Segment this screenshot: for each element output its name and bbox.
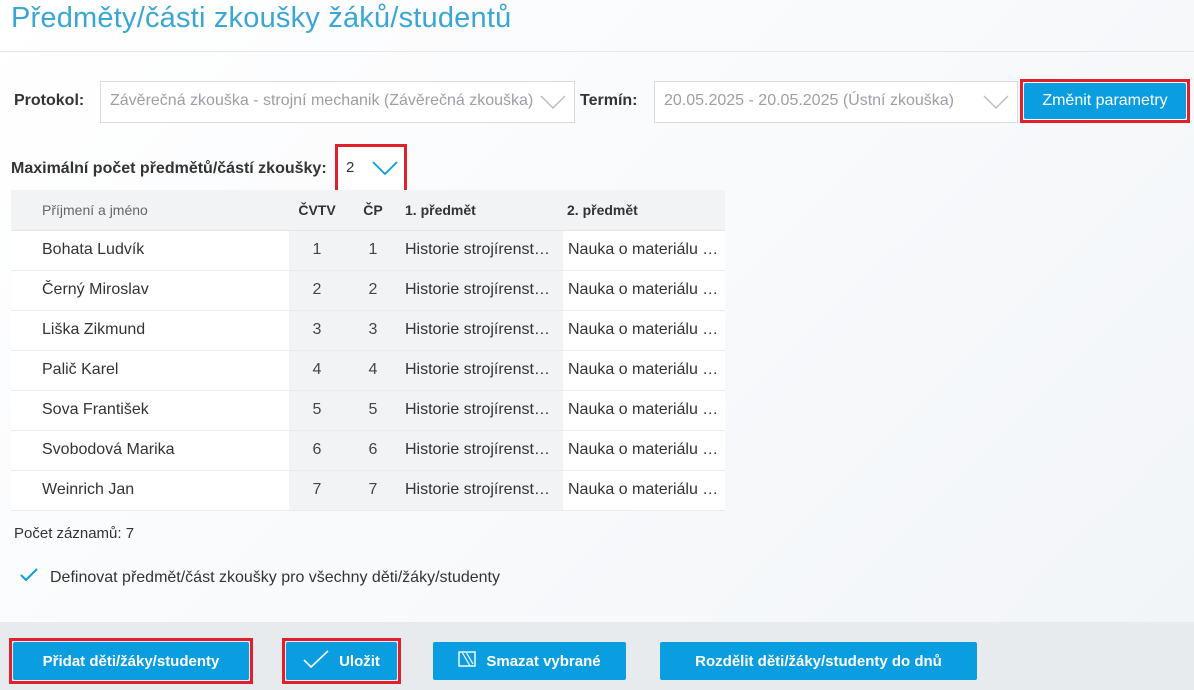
- split-days-label: Rozdělit děti/žáky/studenty do dnů: [695, 652, 942, 670]
- term-select[interactable]: 20.05.2025 - 20.05.2025 (Ústní zkouška): [654, 81, 1018, 123]
- student-name: Černý Miroslav: [11, 270, 289, 311]
- column-header-subject2[interactable]: 2. předmět: [563, 190, 725, 231]
- subject1-cell[interactable]: Historie strojírenst…: [401, 470, 563, 511]
- check-icon: [303, 650, 329, 672]
- cvtv-cell: 2: [289, 270, 345, 311]
- subject2-cell[interactable]: Nauka o materiálu …: [563, 350, 725, 391]
- table-row[interactable]: Sova František 5 5 Historie strojírenst……: [11, 390, 725, 431]
- cvtv-cell: 1: [289, 230, 345, 271]
- add-students-label: Přidat děti/žáky/studenty: [42, 652, 220, 670]
- title-divider: [0, 51, 1194, 52]
- term-label: Termín:: [580, 92, 638, 109]
- cvtv-cell: 4: [289, 350, 345, 391]
- column-header-cp[interactable]: ČP: [345, 190, 401, 231]
- subject2-cell[interactable]: Nauka o materiálu …: [563, 390, 725, 431]
- cvtv-cell: 6: [289, 430, 345, 471]
- save-label: Uložit: [339, 652, 380, 670]
- protocol-select[interactable]: Závěrečná zkouška - strojní mechanik (Zá…: [100, 81, 575, 123]
- split-days-button[interactable]: Rozdělit děti/žáky/studenty do dnů: [660, 642, 977, 680]
- save-button[interactable]: Uložit: [286, 642, 397, 680]
- cvtv-cell: 5: [289, 390, 345, 431]
- define-all-checkbox[interactable]: Definovat předmět/část zkoušky pro všech…: [20, 568, 500, 587]
- cvtv-cell: 3: [289, 310, 345, 351]
- student-name: Weinrich Jan: [11, 470, 289, 511]
- define-all-label: Definovat předmět/část zkoušky pro všech…: [50, 568, 500, 586]
- table-row[interactable]: Černý Miroslav 2 2 Historie strojírenst……: [11, 270, 725, 311]
- eraser-icon: [458, 650, 477, 672]
- student-name: Liška Zikmund: [11, 310, 289, 351]
- checkmark-icon: [20, 568, 38, 587]
- cp-cell: 7: [345, 470, 401, 511]
- subject1-cell[interactable]: Historie strojírenst…: [401, 350, 563, 391]
- term-value: 20.05.2025 - 20.05.2025 (Ústní zkouška): [664, 92, 954, 109]
- max-subjects-value: 2: [346, 159, 355, 176]
- subject1-cell[interactable]: Historie strojírenst…: [401, 230, 563, 271]
- cp-cell: 4: [345, 350, 401, 391]
- protocol-value: Závěrečná zkouška - strojní mechanik (Zá…: [110, 92, 534, 109]
- table-header-row: Příjmení a jméno ČVTV ČP 1. předmět 2. p…: [11, 190, 725, 231]
- subject1-cell[interactable]: Historie strojírenst…: [401, 310, 563, 351]
- delete-selected-label: Smazat vybrané: [486, 652, 601, 670]
- table-row[interactable]: Liška Zikmund 3 3 Historie strojírenst… …: [11, 310, 725, 351]
- change-parameters-button[interactable]: Změnit parametry: [1024, 83, 1186, 119]
- add-students-button[interactable]: Přidat děti/žáky/studenty: [13, 642, 249, 680]
- column-header-cvtv[interactable]: ČVTV: [289, 190, 345, 231]
- table-row[interactable]: Bohata Ludvík 1 1 Historie strojírenst… …: [11, 230, 725, 271]
- subject2-cell[interactable]: Nauka o materiálu …: [563, 310, 725, 351]
- subject1-cell[interactable]: Historie strojírenst…: [401, 390, 563, 431]
- cp-cell: 2: [345, 270, 401, 311]
- cp-cell: 3: [345, 310, 401, 351]
- chevron-down-icon: [372, 160, 398, 176]
- cp-cell: 1: [345, 230, 401, 271]
- cp-cell: 6: [345, 430, 401, 471]
- column-header-subject1[interactable]: 1. předmět: [401, 190, 563, 231]
- max-subjects-select[interactable]: 2: [337, 145, 405, 191]
- table-row[interactable]: Palič Karel 4 4 Historie strojírenst… Na…: [11, 350, 725, 391]
- students-table: Příjmení a jméno ČVTV ČP 1. předmět 2. p…: [11, 190, 725, 511]
- subject2-cell[interactable]: Nauka o materiálu …: [563, 470, 725, 511]
- delete-selected-button[interactable]: Smazat vybrané: [433, 642, 626, 680]
- chevron-down-icon: [540, 94, 566, 110]
- cvtv-cell: 7: [289, 470, 345, 511]
- max-subjects-label: Maximální počet předmětů/částí zkoušky:: [11, 160, 327, 177]
- student-name: Sova František: [11, 390, 289, 431]
- student-name: Bohata Ludvík: [11, 230, 289, 271]
- subject1-cell[interactable]: Historie strojírenst…: [401, 270, 563, 311]
- subject2-cell[interactable]: Nauka o materiálu …: [563, 430, 725, 471]
- chevron-down-icon: [983, 94, 1009, 110]
- table-row[interactable]: Svobodová Marika 6 6 Historie strojírens…: [11, 430, 725, 471]
- student-name: Palič Karel: [11, 350, 289, 391]
- column-header-name[interactable]: Příjmení a jméno: [11, 190, 289, 231]
- subject2-cell[interactable]: Nauka o materiálu …: [563, 230, 725, 271]
- cp-cell: 5: [345, 390, 401, 431]
- subject1-cell[interactable]: Historie strojírenst…: [401, 430, 563, 471]
- page-title: Předměty/části zkoušky žáků/studentů: [11, 2, 512, 34]
- protocol-label: Protokol:: [14, 92, 85, 109]
- table-row[interactable]: Weinrich Jan 7 7 Historie strojírenst… N…: [11, 470, 725, 511]
- student-name: Svobodová Marika: [11, 430, 289, 471]
- subject2-cell[interactable]: Nauka o materiálu …: [563, 270, 725, 311]
- record-count: Počet záznamů: 7: [14, 525, 135, 542]
